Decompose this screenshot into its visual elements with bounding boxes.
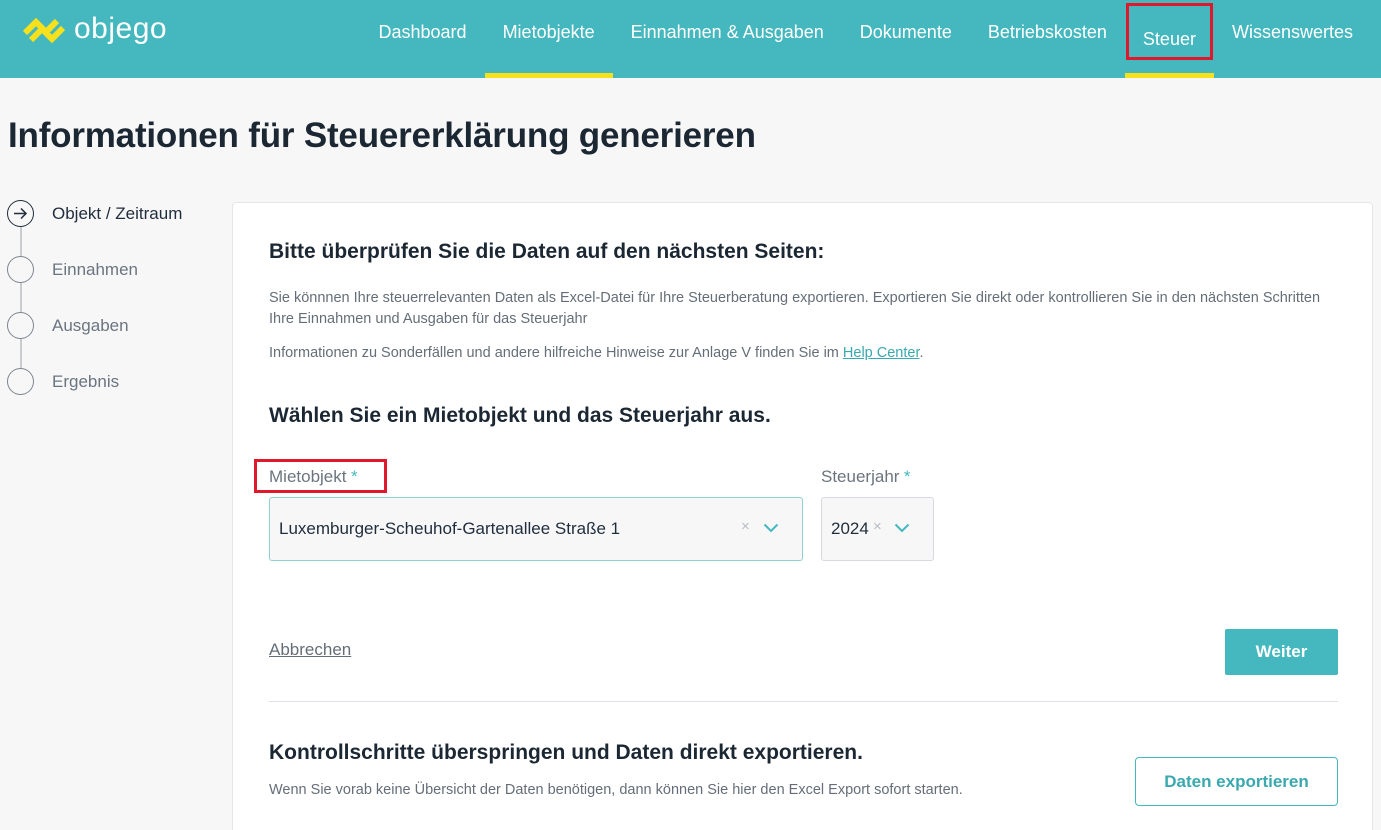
mietobjekt-label: Mietobjekt	[269, 467, 347, 486]
empty-circle-icon	[7, 312, 34, 339]
skip-text: Wenn Sie vorab keine Übersicht der Daten…	[269, 782, 963, 798]
help-center-link[interactable]: Help Center	[843, 345, 920, 361]
mietobjekt-select[interactable]: Luxemburger-Scheuhof-Gartenallee Straße …	[269, 497, 803, 561]
select-heading: Wählen Sie ein Mietobjekt und das Steuer…	[269, 404, 771, 427]
empty-circle-icon	[7, 368, 34, 395]
nav-einnahmen-ausgaben[interactable]: Einnahmen & Ausgaben	[613, 0, 842, 78]
step-connector	[20, 283, 22, 312]
step-label: Ausgaben	[52, 316, 129, 335]
nav-einnahmen-ausgaben-label: Einnahmen & Ausgaben	[630, 21, 824, 42]
section-divider	[269, 701, 1338, 702]
step-label: Einnahmen	[52, 260, 139, 279]
nav-dashboard-label: Dashboard	[378, 21, 467, 42]
next-button[interactable]: Weiter	[1225, 629, 1338, 675]
step-label: Objekt / Zeitraum	[52, 204, 183, 223]
objego-logo[interactable]: objego	[22, 12, 167, 46]
chevron-down-icon[interactable]	[763, 523, 779, 533]
card-intro-text: Sie könnnen Ihre steuerrelevanten Daten …	[269, 290, 1321, 327]
top-navigation-bar: objego Dashboard Mietobjekte Einnahmen &…	[0, 0, 1381, 78]
nav-steuer-label: Steuer	[1142, 28, 1196, 49]
clear-icon[interactable]: ×	[873, 518, 882, 535]
tax-info-card: Bitte überprüfen Sie die Daten auf den n…	[232, 202, 1373, 830]
mietobjekt-value: Luxemburger-Scheuhof-Gartenallee Straße …	[279, 519, 621, 538]
nav-steuer[interactable]: Steuer	[1124, 0, 1215, 78]
stepper: Objekt / Zeitraum Einnahmen Ausgaben Erg…	[7, 200, 217, 424]
nav-dokumente-label: Dokumente	[859, 21, 952, 42]
empty-circle-icon	[7, 256, 34, 283]
cancel-link[interactable]: Abbrechen	[269, 640, 351, 660]
logo-wordmark: objego	[74, 12, 168, 45]
step-label: Ergebnis	[52, 372, 120, 391]
mietobjekt-label-wrap: Mietobjekt *	[254, 459, 387, 493]
steuerjahr-value: 2024	[831, 519, 869, 538]
nav-betriebskosten[interactable]: Betriebskosten	[970, 0, 1125, 78]
card-heading: Bitte überprüfen Sie die Daten auf den n…	[269, 240, 825, 263]
page-title: Informationen für Steuererklärung generi…	[8, 116, 756, 155]
required-marker: *	[903, 467, 911, 486]
info-suffix: .	[919, 345, 924, 361]
nav-dokumente[interactable]: Dokumente	[842, 0, 970, 78]
chevron-down-icon[interactable]	[894, 523, 910, 533]
step-einnahmen[interactable]: Einnahmen	[7, 256, 217, 312]
main-nav: Dashboard Mietobjekte Einnahmen & Ausgab…	[361, 0, 1381, 78]
export-data-button[interactable]: Daten exportieren	[1135, 757, 1338, 806]
card-info-text: Informationen zu Sonderfällen und andere…	[269, 343, 1338, 364]
nav-mietobjekte-label: Mietobjekte	[502, 21, 595, 42]
nav-mietobjekte[interactable]: Mietobjekte	[484, 0, 613, 78]
nav-betriebskosten-label: Betriebskosten	[987, 21, 1107, 42]
arrow-right-circle-icon	[7, 200, 34, 227]
steuerjahr-label: Steuerjahr	[821, 467, 900, 486]
nav-dashboard[interactable]: Dashboard	[361, 0, 485, 78]
clear-icon[interactable]: ×	[741, 518, 750, 535]
steuerjahr-label-wrap: Steuerjahr *	[821, 467, 911, 487]
info-prefix: Informationen zu Sonderfällen und andere…	[269, 345, 843, 361]
steuerjahr-select[interactable]: 2024 ×	[821, 497, 934, 561]
step-ausgaben[interactable]: Ausgaben	[7, 312, 217, 368]
step-ergebnis[interactable]: Ergebnis	[7, 368, 217, 424]
step-connector	[20, 227, 22, 256]
nav-wissenswertes-label: Wissenswertes	[1231, 21, 1353, 42]
step-connector	[20, 339, 22, 368]
logo-mark-icon	[22, 17, 66, 44]
required-marker: *	[350, 467, 358, 486]
nav-wissenswertes[interactable]: Wissenswertes	[1214, 0, 1381, 78]
skip-heading: Kontrollschritte überspringen und Daten …	[269, 741, 863, 764]
step-objekt-zeitraum[interactable]: Objekt / Zeitraum	[7, 200, 217, 256]
